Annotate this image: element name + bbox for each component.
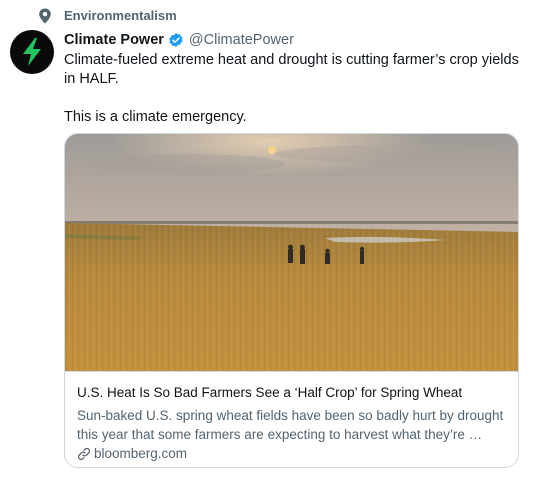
lightning-bolt-icon bbox=[23, 38, 41, 66]
wheat-field-photo[interactable] bbox=[65, 134, 519, 371]
location-pin-icon bbox=[39, 8, 51, 24]
verified-badge-icon bbox=[169, 33, 183, 47]
card-title[interactable]: U.S. Heat Is So Bad Farmers See a ‘Half … bbox=[77, 384, 508, 401]
card-description: Sun-baked U.S. spring wheat fields have … bbox=[77, 408, 504, 442]
tweet-paragraph: This is a climate emergency. bbox=[64, 109, 247, 125]
link-preview-card[interactable]: U.S. Heat Is So Bad Farmers See a ‘Half … bbox=[64, 133, 519, 468]
card-domain-text[interactable]: bloomberg.com bbox=[94, 445, 187, 463]
card-body: U.S. Heat Is So Bad Farmers See a ‘Half … bbox=[65, 371, 518, 467]
author-handle[interactable]: @ClimatePower bbox=[189, 31, 294, 49]
author-name[interactable]: Climate Power bbox=[64, 31, 164, 49]
tweet-paragraph: Climate-fueled extreme heat and drought … bbox=[64, 52, 519, 87]
avatar[interactable] bbox=[10, 30, 54, 74]
card-domain[interactable]: bloomberg.com bbox=[77, 445, 508, 463]
social-context-label[interactable]: Environmentalism bbox=[64, 8, 177, 23]
social-context[interactable]: Environmentalism bbox=[38, 6, 177, 26]
tweet-text: Climate-fueled extreme heat and drought … bbox=[64, 51, 524, 127]
tweet-header: Climate Power @ClimatePower bbox=[64, 31, 294, 49]
link-icon bbox=[77, 447, 91, 461]
